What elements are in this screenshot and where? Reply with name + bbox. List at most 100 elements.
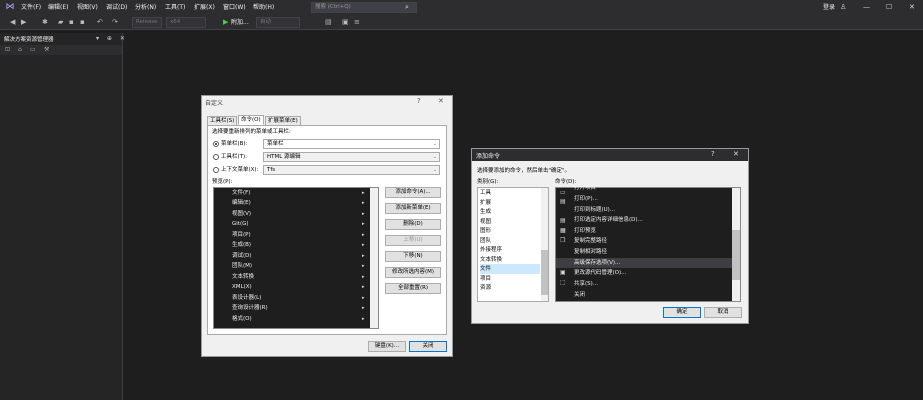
help-icon[interactable]: ?	[417, 97, 421, 105]
list-item[interactable]: 文本转换	[232, 272, 254, 282]
tab-commands[interactable]: 命令(O)	[238, 115, 264, 125]
list-item[interactable]: 资源	[480, 283, 491, 293]
visual-studio-logo-icon[interactable]: ⋈	[4, 2, 16, 13]
toolbar-icon-a[interactable]: ▤	[325, 17, 332, 28]
panel-controls[interactable]: ▾ ⊕ ✕	[96, 35, 128, 43]
list-item[interactable]: 团队(M)	[232, 261, 252, 271]
dialog-close-icon[interactable]: ✕	[438, 97, 444, 105]
list-item[interactable]: Git(G)	[232, 219, 249, 229]
chevron-right-icon: ▸	[362, 211, 365, 217]
toolbar-radio-label: 工具栏(T):	[221, 154, 248, 160]
close-button[interactable]: 关闭	[409, 341, 447, 352]
search-icon[interactable]: ⌕	[405, 2, 409, 13]
undo-icon[interactable]: ↶	[97, 17, 103, 28]
delete-button[interactable]: 删除(D)	[385, 219, 441, 230]
move-up-button[interactable]: 上移(U)	[385, 235, 441, 246]
sync-icon[interactable]: ⊡	[5, 45, 10, 55]
menu-help[interactable]: 帮助(H)	[253, 0, 274, 15]
collapse-icon[interactable]: ▭	[30, 45, 36, 55]
list-item[interactable]: 查询设计器(R)	[232, 303, 268, 313]
back-icon[interactable]: ◀	[10, 17, 15, 28]
minimize-icon[interactable]: —	[863, 0, 870, 15]
list-item[interactable]: 打印选定内容详细信息(D)...	[574, 215, 643, 225]
list-item[interactable]: 复制相对路径	[574, 247, 607, 257]
list-item[interactable]: 视图(V)	[232, 209, 251, 219]
list-item[interactable]: 文件(F)	[232, 188, 250, 198]
categories-scroll-thumb[interactable]	[541, 250, 548, 295]
menubar-radio[interactable]	[213, 141, 219, 147]
preview-scrollbar[interactable]	[370, 188, 378, 328]
move-down-button[interactable]: 下移(N)	[385, 251, 441, 262]
add-command-button[interactable]: 添加命令(A)...	[385, 187, 441, 198]
ok-button[interactable]: 确定	[663, 307, 701, 318]
menu-edit[interactable]: 编辑(E)	[48, 0, 68, 15]
list-item[interactable]: 高级保存选项(V)...	[574, 258, 620, 268]
platform-combo[interactable]: x64	[166, 17, 206, 28]
list-item[interactable]: XML(X)	[232, 282, 252, 292]
print-preview-icon: ▦	[560, 227, 566, 234]
commands-scroll-thumb[interactable]	[732, 230, 740, 280]
wrench-icon[interactable]: ⚒	[44, 45, 49, 55]
menu-view[interactable]: 视图(V)	[77, 0, 98, 15]
toolbar-combo[interactable]: HTML 源编辑 ⌄	[263, 152, 440, 162]
chevron-right-icon: ▸	[362, 200, 365, 206]
list-item[interactable]: 打印(P)...	[574, 194, 598, 204]
redo-icon[interactable]: ↷	[112, 17, 118, 28]
target-combo[interactable]: 自动	[256, 17, 300, 28]
maximize-icon[interactable]: ☐	[886, 0, 892, 15]
list-item[interactable]: 编辑(E)	[232, 198, 251, 208]
attach-button[interactable]: 附加...	[231, 17, 249, 28]
list-item[interactable]: 外接程序	[480, 245, 502, 255]
keyboard-button[interactable]: 键盘(K)...	[368, 341, 406, 352]
list-item[interactable]: 图形	[480, 226, 491, 236]
toolbar-radio[interactable]	[213, 154, 219, 160]
list-item[interactable]: 格式(O)	[232, 314, 252, 324]
list-item[interactable]: 打印预览	[574, 226, 596, 236]
chevron-down-icon: ⌄	[432, 154, 437, 160]
list-item[interactable]: 复制完整路径	[574, 236, 607, 246]
list-item[interactable]: 调试(D)	[232, 251, 252, 261]
account-icon[interactable]: ♙	[840, 0, 846, 15]
home-icon[interactable]: ⌂	[18, 45, 22, 55]
list-item[interactable]: 更改源代码管理(O)...	[574, 268, 626, 278]
tab-extension-menu[interactable]: 扩展菜单(E)	[265, 116, 301, 126]
help-icon[interactable]: ?	[711, 150, 715, 158]
list-item[interactable]: 生成	[480, 207, 491, 217]
context-menu-combo[interactable]: Tfs ⌄	[263, 165, 440, 175]
menu-debug[interactable]: 调试(D)	[106, 0, 127, 15]
dialog-close-icon[interactable]: ✕	[733, 150, 739, 158]
menu-window[interactable]: 窗口(W)	[223, 0, 246, 15]
cancel-button[interactable]: 取消	[704, 307, 742, 318]
menu-analyze[interactable]: 分析(N)	[135, 0, 156, 15]
add-new-menu-button[interactable]: 添加新菜单(E)	[385, 203, 441, 214]
menu-tools[interactable]: 工具(T)	[165, 0, 185, 15]
menubar-combo[interactable]: 菜单栏 ⌄	[263, 139, 440, 149]
close-icon[interactable]: ✕	[909, 0, 915, 15]
menu-file[interactable]: 文件(F)	[21, 0, 41, 15]
toolbar-icon-c[interactable]: ≡	[354, 17, 360, 28]
menu-extensions[interactable]: 扩展(X)	[194, 0, 215, 15]
open-folder-icon[interactable]: ▰	[58, 17, 63, 28]
list-item[interactable]: 打印到标题(U)...	[574, 205, 615, 215]
configuration-combo[interactable]: Release	[132, 17, 162, 28]
reset-all-button[interactable]: 全部重置(R)	[385, 283, 441, 294]
save-all-icon[interactable]: ▪	[80, 17, 85, 28]
list-item[interactable]: 工具	[480, 188, 491, 198]
forward-icon[interactable]: ▶	[21, 17, 26, 28]
list-item[interactable]: 关闭	[574, 290, 585, 300]
play-icon[interactable]: ▶	[223, 17, 228, 28]
list-item[interactable]: 项目(P)	[232, 230, 251, 240]
search-input[interactable]: 搜索 (Ctrl+Q)	[311, 2, 417, 13]
list-item[interactable]: 打开项目	[574, 183, 596, 193]
save-icon[interactable]: ▪	[69, 17, 74, 28]
toolbar-icon-b[interactable]: ▣	[342, 17, 349, 28]
list-item[interactable]: 文件	[480, 264, 540, 274]
list-item[interactable]: 共享(S)...	[574, 279, 598, 289]
context-menu-radio[interactable]	[213, 167, 219, 173]
list-item[interactable]: 生成(B)	[232, 240, 251, 250]
categories-label: 类别(G):	[477, 179, 499, 185]
modify-selection-button[interactable]: 修改所选内容(M)	[385, 267, 441, 278]
list-item[interactable]: 表设计器(L)	[232, 293, 261, 303]
login-link[interactable]: 登录	[823, 0, 835, 15]
new-project-icon[interactable]: ✱	[42, 17, 48, 28]
